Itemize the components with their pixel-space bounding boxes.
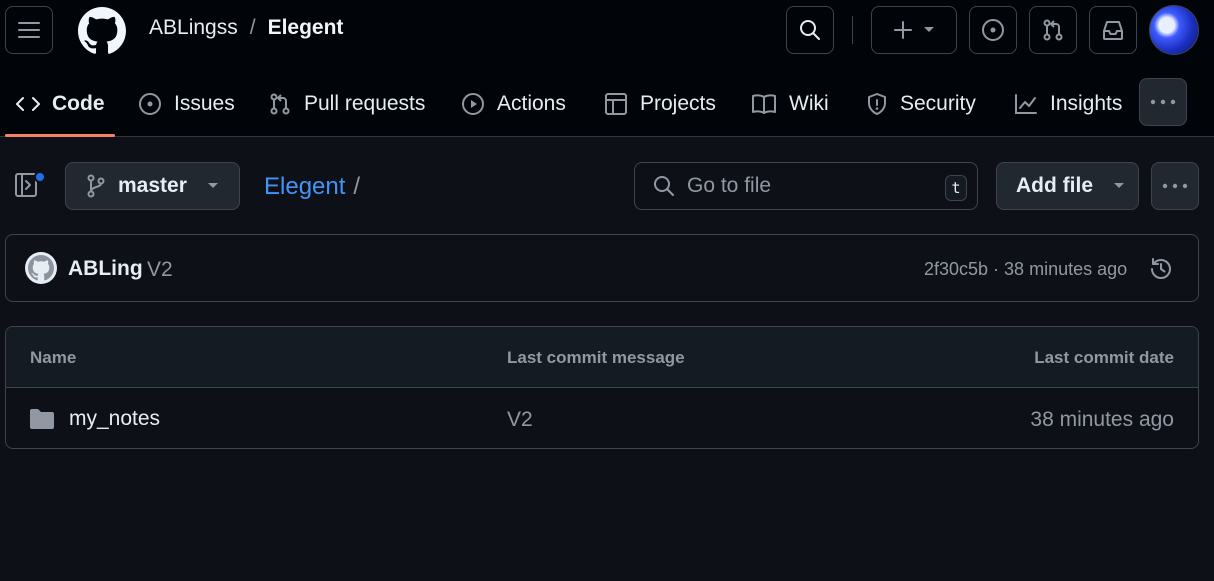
graph-icon <box>1015 94 1037 114</box>
breadcrumb-owner[interactable]: ABLingss <box>149 16 238 40</box>
notification-dot <box>34 171 46 183</box>
more-options-button[interactable] <box>1151 162 1199 210</box>
tab-pull-requests[interactable]: Pull requests <box>268 78 425 130</box>
breadcrumb-separator: / <box>249 16 256 39</box>
tab-code-label: Code <box>52 92 105 115</box>
breadcrumb-repo[interactable]: Elegent <box>268 16 344 40</box>
github-mark-icon <box>78 7 126 54</box>
play-icon <box>462 93 484 115</box>
shield-icon <box>868 93 886 115</box>
your-pull-requests-button[interactable] <box>1029 6 1077 54</box>
tab-issues[interactable]: Issues <box>138 78 235 130</box>
git-pull-request-icon <box>1043 19 1063 41</box>
branch-selector[interactable]: master <box>65 162 240 210</box>
tab-insights[interactable]: Insights <box>1014 78 1122 130</box>
table-header: Name Last commit message Last commit dat… <box>6 327 1198 388</box>
hamburger-icon <box>18 22 40 38</box>
table-icon <box>605 93 627 115</box>
inbox-icon <box>1103 21 1123 40</box>
file-commit-message[interactable]: V2 <box>507 408 533 432</box>
column-header-name: Name <box>30 348 77 367</box>
history-icon[interactable] <box>1148 256 1174 282</box>
inbox-button[interactable] <box>1089 6 1137 54</box>
search-icon <box>800 20 820 40</box>
tab-projects[interactable]: Projects <box>604 78 716 130</box>
add-file-button[interactable]: Add file <box>996 162 1139 210</box>
user-avatar[interactable] <box>1149 5 1199 55</box>
selected-tab-indicator <box>5 134 115 137</box>
tab-wiki-label: Wiki <box>789 92 829 115</box>
commit-hash-and-time[interactable]: 2f30c5b · 38 minutes ago <box>924 259 1127 280</box>
repo-nav: Code Issues Pull requests Actions Projec… <box>0 78 1214 137</box>
global-header: ABLingss / Elegent Code Issues Pull requ… <box>0 0 1214 137</box>
nav-more-button[interactable] <box>1139 78 1187 126</box>
go-to-file-field[interactable]: t <box>634 162 978 210</box>
kebab-horizontal-icon <box>1162 183 1188 189</box>
file-commit-date: 38 minutes ago <box>1030 408 1174 431</box>
your-issues-button[interactable] <box>969 6 1017 54</box>
tab-actions[interactable]: Actions <box>461 78 566 130</box>
github-logo[interactable] <box>78 7 126 55</box>
search-button[interactable] <box>786 6 834 54</box>
shortcut-hint: t <box>945 175 967 201</box>
caret-down-icon <box>1114 183 1124 188</box>
issue-opened-icon <box>139 93 161 115</box>
tab-wiki[interactable]: Wiki <box>751 78 829 130</box>
git-pull-request-icon <box>270 93 290 115</box>
tab-insights-label: Insights <box>1050 92 1123 115</box>
go-to-file-input[interactable] <box>687 174 927 198</box>
file-name[interactable]: my_notes <box>69 407 160 431</box>
book-icon <box>752 94 776 114</box>
branch-name: master <box>118 174 187 197</box>
tab-security[interactable]: Security <box>866 78 976 130</box>
add-file-label: Add file <box>1016 174 1093 197</box>
column-header-date: Last commit date <box>1034 348 1174 367</box>
plus-icon <box>894 21 912 39</box>
tab-projects-label: Projects <box>640 92 716 115</box>
commit-author[interactable]: ABLing <box>68 257 143 281</box>
breadcrumb: ABLingss / Elegent <box>149 16 343 40</box>
file-path: Elegent / <box>264 173 360 201</box>
caret-down-icon <box>924 27 934 32</box>
column-header-message: Last commit message <box>507 348 685 367</box>
search-icon <box>654 176 674 196</box>
kebab-horizontal-icon <box>1150 99 1176 105</box>
folder-icon <box>30 409 54 429</box>
file-table: Name Last commit message Last commit dat… <box>5 326 1199 449</box>
table-row[interactable]: my_notes V2 38 minutes ago <box>6 388 1198 448</box>
github-mark-icon <box>28 255 54 281</box>
path-repo-link[interactable]: Elegent <box>264 173 345 201</box>
header-divider <box>852 16 853 44</box>
code-icon <box>16 97 40 111</box>
commit-message[interactable]: V2 <box>147 258 173 282</box>
caret-down-icon <box>207 183 218 188</box>
latest-commit-bar: ABLing V2 2f30c5b · 38 minutes ago <box>5 234 1199 302</box>
menu-button[interactable] <box>5 6 53 54</box>
tab-pull-requests-label: Pull requests <box>304 92 426 115</box>
issue-opened-icon <box>982 19 1004 41</box>
create-new-button[interactable] <box>871 6 957 54</box>
path-separator: / <box>353 173 361 200</box>
git-branch-icon <box>87 174 105 198</box>
commit-author-avatar[interactable] <box>25 252 57 284</box>
tab-actions-label: Actions <box>497 92 566 115</box>
tab-issues-label: Issues <box>174 92 235 115</box>
tab-security-label: Security <box>900 92 976 115</box>
tab-code[interactable]: Code <box>16 78 105 130</box>
